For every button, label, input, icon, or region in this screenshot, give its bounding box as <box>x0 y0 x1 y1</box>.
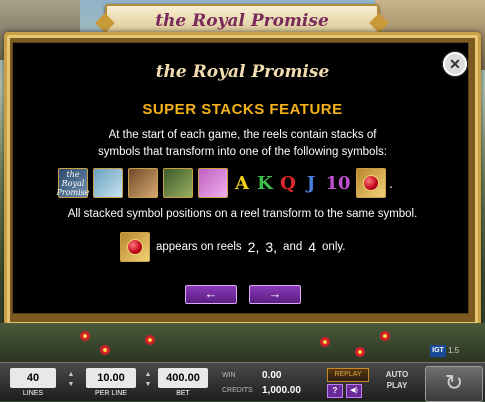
lines-label: LINES <box>22 390 44 397</box>
dragon-symbol-icon <box>163 168 193 198</box>
paytable-logo: the Royal Promise <box>155 62 330 82</box>
autoplay-button[interactable]: AUTO PLAY <box>376 369 418 397</box>
control-bar: 40 LINES ▲ ▼ 10.00 PER LINE ▲ ▼ 400.00 BET… <box>0 362 485 402</box>
credits-value: 1,000.00 <box>262 385 301 396</box>
symbol-letter-j: J <box>306 172 316 194</box>
per-line-value: 10.00 <box>86 368 136 388</box>
reels-info: appears on reels 2, 3, and 4 only. <box>120 232 345 262</box>
flower-icon <box>145 335 155 345</box>
next-page-button[interactable]: → <box>249 285 301 304</box>
fairy-symbol-icon <box>93 168 123 198</box>
symbol-letter-a: A <box>235 172 249 194</box>
flower-icon <box>80 331 90 341</box>
prince-symbol-icon <box>128 168 158 198</box>
bet-label: BET <box>176 390 190 397</box>
credits-label: CREDITS <box>222 387 253 394</box>
lines-stepper[interactable]: ▲ ▼ <box>66 370 76 392</box>
ring-symbol-icon <box>198 168 228 198</box>
description-line-1: At the start of each game, the reels con… <box>108 129 377 141</box>
symbol-row-period: . <box>389 175 393 191</box>
reels-text-a: appears on reels <box>156 241 242 253</box>
logo-symbol-icon: the Royal Promise <box>56 168 90 198</box>
reels-and: and <box>283 241 303 253</box>
vine-decoration <box>0 323 485 363</box>
win-value: 0.00 <box>262 370 282 381</box>
flower-icon <box>320 337 330 347</box>
autoplay-line-1: AUTO <box>385 370 409 379</box>
reel-number-2: 2, <box>247 239 260 255</box>
description-line-2: symbols that transform into one of the f… <box>98 146 387 158</box>
gem-symbol-icon <box>356 168 386 198</box>
stack-description: All stacked symbol positions on a reel t… <box>67 208 418 220</box>
igt-logo: IGT <box>430 345 446 357</box>
symbol-letter-q: Q <box>280 172 296 194</box>
symbol-row: the Royal Promise A K Q J 10 . <box>56 168 393 198</box>
flower-icon <box>380 331 390 341</box>
feature-description: At the start of each game, the reels con… <box>30 127 455 161</box>
per-line-label: PER LINE <box>95 390 127 397</box>
game-logo: the Royal Promise <box>155 11 329 31</box>
lines-value: 40 <box>10 368 56 388</box>
version-text: 1.5 <box>448 346 460 355</box>
bet-value: 400.00 <box>158 368 208 388</box>
win-credits-area: WIN 0.00 CREDITS 1,000.00 <box>217 366 317 398</box>
spin-button[interactable]: ↻ <box>425 366 483 402</box>
reels-text-b: only. <box>322 241 346 253</box>
help-button[interactable]: ? <box>327 384 343 398</box>
reel-number-3: 3, <box>265 239 278 255</box>
symbol-number-10: 10 <box>325 172 351 194</box>
feature-title: SUPER STACKS FEATURE <box>142 101 343 118</box>
per-line-stepper[interactable]: ▲ ▼ <box>143 370 153 392</box>
win-label: WIN <box>222 372 236 379</box>
reel-number-4: 4 <box>308 239 317 255</box>
sound-icon[interactable]: ◀) <box>346 384 362 398</box>
symbol-letter-k: K <box>257 172 273 194</box>
previous-page-button[interactable]: ← <box>185 285 237 304</box>
replay-button[interactable]: REPLAY <box>327 368 369 382</box>
flower-icon <box>355 347 365 357</box>
gem-symbol-icon <box>120 232 150 262</box>
flower-icon <box>100 345 110 355</box>
autoplay-line-2: PLAY <box>386 381 408 390</box>
